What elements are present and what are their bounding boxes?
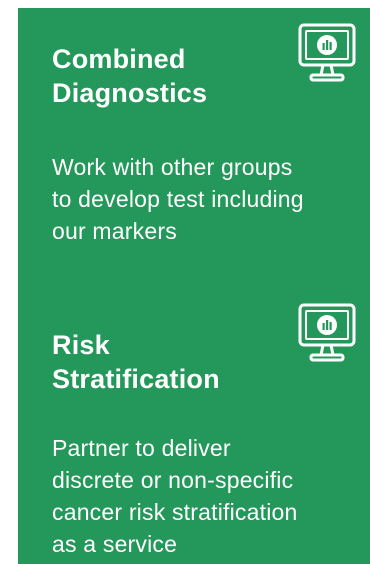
title-line: Diagnostics (52, 78, 208, 108)
desc-line: Partner to deliver (52, 435, 231, 461)
monitor-chart-icon (298, 23, 356, 82)
title-line: Risk (52, 330, 110, 360)
card-title: Combined Diagnostics (52, 42, 282, 110)
desc-line: as a service (52, 531, 178, 557)
title-line: Stratification (52, 364, 220, 394)
desc-line: to develop test including (52, 186, 304, 212)
desc-line: our markers (52, 218, 177, 244)
desc-line: cancer risk stratification (52, 499, 298, 525)
desc-line: discrete or non-specific (52, 467, 294, 493)
title-line: Combined (52, 44, 186, 74)
card-description: Work with other groups to develop test i… (52, 151, 370, 247)
card-title: Risk Stratification (52, 328, 282, 396)
monitor-chart-icon (298, 303, 356, 362)
desc-line: Work with other groups (52, 154, 293, 180)
services-panel: Combined Diagnostics Work with other gro… (18, 8, 370, 564)
card-description: Partner to deliver discrete or non-speci… (52, 432, 370, 560)
